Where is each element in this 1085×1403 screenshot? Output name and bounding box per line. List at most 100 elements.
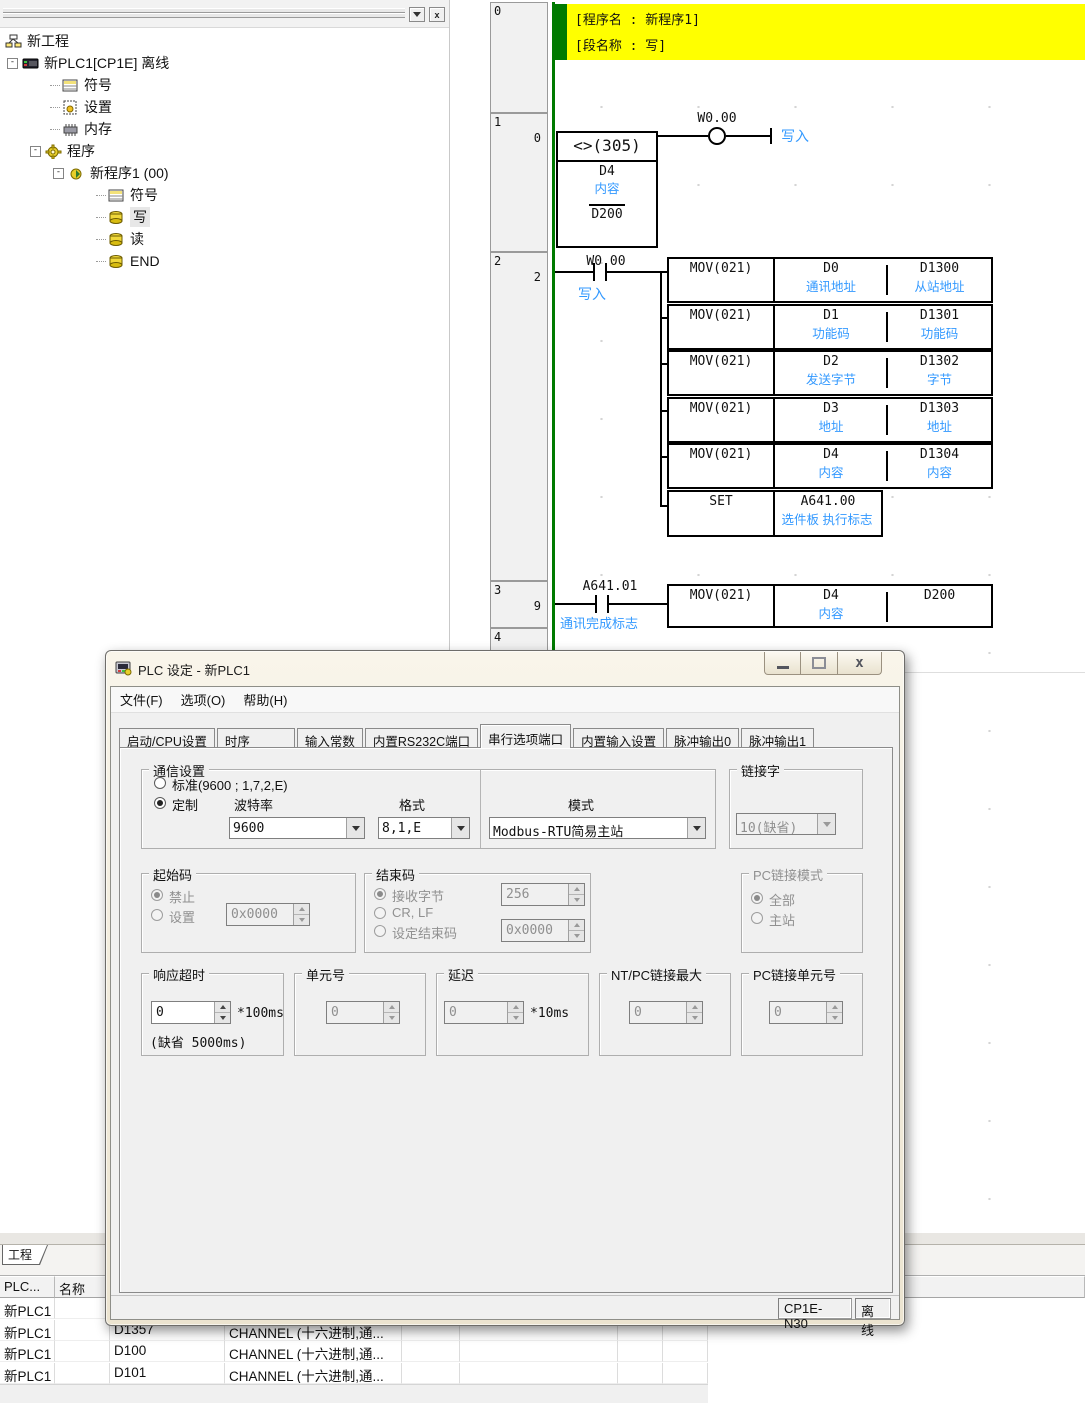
menu-help[interactable]: 帮助(H) (234, 690, 296, 709)
compare-instruction-block[interactable]: <>(305) D4 内容 D200 (556, 131, 658, 248)
source-operand: D1 (775, 308, 887, 323)
tree-item-project[interactable]: 新工程 (0, 30, 447, 52)
source-operand: D4 (775, 447, 887, 462)
tab-builtin-rs232c[interactable]: 内置RS232C端口 (365, 728, 478, 748)
tree-item-label: 设置 (84, 97, 112, 117)
mov-instruction-block[interactable]: MOV(021) D3 地址 D1303 地址 (667, 397, 993, 443)
tab-serial-option-port[interactable]: 串行选项端口 (480, 724, 571, 748)
workspace-tab-border: 工程 (2, 1245, 48, 1265)
tree-item-program1[interactable]: - 新程序1 (00) (0, 162, 447, 184)
rung-comment[interactable]: [程序名 : 新程序1] [段名称 : 写] (567, 4, 1085, 60)
symbols-icon (108, 188, 125, 203)
dest-comment: 从站地址 (888, 276, 991, 295)
mov-instruction-block[interactable]: MOV(021) D0 通讯地址 D1300 从站地址 (667, 257, 993, 303)
close-icon: x (855, 655, 863, 671)
output-coil[interactable] (708, 127, 726, 145)
tree-item-section-read[interactable]: 读 (0, 228, 447, 250)
tab-workspace[interactable]: 工程 (3, 1245, 47, 1264)
received-bytes-spinner: 256 (501, 883, 585, 906)
tree-item-label: 符号 (84, 75, 112, 95)
baud-rate-select[interactable]: 9600 (229, 817, 365, 839)
collapse-icon[interactable]: - (30, 146, 41, 157)
close-panel-button[interactable]: x (429, 7, 445, 22)
radio-custom[interactable] (154, 797, 166, 809)
settings-icon (62, 100, 79, 115)
collapse-icon[interactable]: - (53, 168, 64, 179)
docking-grip[interactable] (3, 13, 405, 18)
tree-item-section-end[interactable]: END (0, 250, 447, 272)
column-header-name[interactable]: 名称 (55, 1276, 110, 1298)
tree-item-memory[interactable]: 内存 (0, 118, 447, 140)
baud-rate-label: 波特率 (234, 795, 273, 814)
mov-instruction-block[interactable]: MOV(021) D4 内容 D1304 内容 (667, 443, 993, 489)
instruction-opcode: MOV(021) (669, 352, 775, 394)
tree-item-program1-symbols[interactable]: 符号 (0, 184, 447, 206)
link-words-select: 10(缺省) (736, 813, 836, 835)
group-title: 链接字 (737, 761, 784, 780)
tab-startup-cpu[interactable]: 启动/CPU设置 (119, 728, 215, 748)
set-instruction-block[interactable]: SET A641.00 选件板 执行标志 (667, 490, 883, 537)
contact-comment: 写入 (578, 284, 606, 304)
radio-start-set-label: 设置 (169, 907, 195, 926)
rung-number-cell: 0 (490, 2, 548, 113)
tree-item-label: 新PLC1[CP1E] 离线 (44, 53, 169, 73)
format-select[interactable]: 8,1,E (378, 817, 470, 839)
minimize-button[interactable] (764, 652, 801, 675)
coil-comment: 写入 (781, 126, 809, 146)
chevron-down-icon[interactable] (451, 818, 469, 838)
spin-down-icon[interactable] (215, 1013, 230, 1023)
set-operand-comment: 选件板 执行标志 (767, 509, 887, 528)
dest-comment: 字节 (888, 369, 991, 388)
group-title: 单元号 (302, 965, 349, 984)
chevron-down-icon[interactable] (346, 818, 364, 838)
format-label: 格式 (399, 795, 425, 814)
collapse-icon[interactable]: - (7, 58, 18, 69)
tree-item-section-write[interactable]: 写 (0, 206, 447, 228)
contact[interactable] (593, 263, 595, 281)
radio-crlf-label: CR, LF (392, 905, 433, 920)
menu-options[interactable]: 选项(O) (172, 690, 235, 709)
tree-item-plc[interactable]: - 新PLC1[CP1E] 离线 (0, 52, 447, 74)
tab-pulse-output-1[interactable]: 脉冲输出1 (741, 728, 814, 748)
mode-select[interactable]: Modbus-RTU简易主站 (489, 817, 706, 839)
operand-address: D200 (589, 204, 624, 222)
contact[interactable] (595, 595, 597, 613)
column-header-plc[interactable]: PLC... (0, 1276, 55, 1298)
mode-label: 模式 (568, 795, 594, 814)
watch-table-row[interactable]: 新PLC1 D101 CHANNEL (十六进制,通... (0, 1363, 708, 1384)
tab-builtin-input[interactable]: 内置输入设置 (573, 728, 664, 748)
source-comment: 内容 (769, 462, 893, 481)
unit-number-spinner: 0 (326, 1001, 400, 1024)
close-button[interactable]: x (837, 652, 882, 675)
radio-standard[interactable] (154, 777, 166, 789)
tree-item-program-folder[interactable]: - 程序 (0, 140, 447, 162)
maximize-button[interactable] (800, 652, 838, 675)
group-title: NT/PC链接最大 (607, 965, 706, 984)
symbols-icon (62, 78, 79, 93)
chevron-down-icon[interactable] (409, 7, 425, 22)
tree-item-settings[interactable]: 设置 (0, 96, 447, 118)
tab-pulse-output-0[interactable]: 脉冲输出0 (666, 728, 739, 748)
dialog-menubar: 文件(F) 选项(O) 帮助(H) (111, 687, 899, 713)
spin-down-icon (569, 931, 584, 941)
watch-table-row[interactable]: 新PLC1 D100 CHANNEL (十六进制,通... (0, 1341, 708, 1362)
instruction-opcode: <>(305) (558, 136, 656, 155)
tab-timing[interactable]: 时序 (217, 728, 295, 748)
dest-operand: D1301 (888, 308, 991, 323)
dest-operand: D1303 (888, 401, 991, 416)
dest-operand: D200 (888, 588, 991, 603)
mov-instruction-block[interactable]: MOV(021) D1 功能码 D1301 功能码 (667, 304, 993, 350)
chevron-down-icon[interactable] (687, 818, 705, 838)
tree-item-symbols[interactable]: 符号 (0, 74, 447, 96)
mov-instruction-block[interactable]: MOV(021) D4 内容 D200 (667, 584, 993, 628)
tab-input-constant[interactable]: 输入常数 (297, 728, 363, 748)
close-icon: x (434, 10, 439, 20)
spin-up-icon[interactable] (215, 1002, 230, 1013)
nt-pc-link-max-spinner: 0 (629, 1001, 703, 1024)
program-name-comment: [程序名 : 新程序1] (575, 9, 700, 28)
response-timeout-spinner[interactable]: 0 (151, 1001, 231, 1024)
section-name-comment: [段名称 : 写] (575, 35, 666, 54)
source-operand: D2 (775, 354, 887, 369)
menu-file[interactable]: 文件(F) (111, 690, 172, 709)
mov-instruction-block[interactable]: MOV(021) D2 发送字节 D1302 字节 (667, 350, 993, 396)
